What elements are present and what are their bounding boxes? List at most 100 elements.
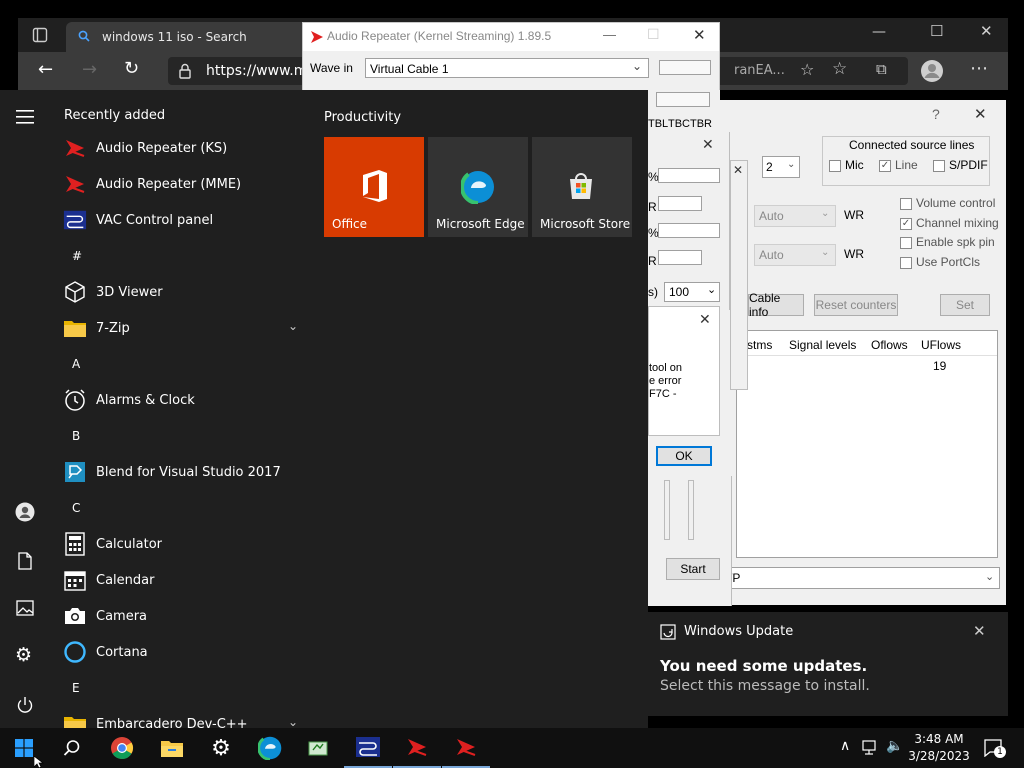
settings-taskbar-icon[interactable]: ⚙	[197, 728, 245, 768]
profile-icon[interactable]	[920, 59, 944, 83]
camera-icon	[62, 603, 88, 629]
app-taskbar-icon[interactable]	[294, 728, 342, 768]
ar-maximize-icon[interactable]: ☐	[647, 26, 660, 43]
favorites-icon[interactable]: ☆	[832, 59, 847, 79]
audio-repeater-taskbar-icon-2[interactable]	[442, 728, 490, 768]
error-close-icon[interactable]: ✕	[699, 311, 711, 328]
line-mic[interactable]: Mic	[829, 158, 864, 172]
tile-office[interactable]: Office	[324, 137, 424, 237]
more-icon[interactable]: ⋯	[970, 58, 988, 79]
app-label: 3D Viewer	[96, 284, 163, 300]
vac-close-icon[interactable]: ✕	[974, 105, 987, 123]
letter-header[interactable]: #	[72, 249, 82, 263]
letter-header[interactable]: B	[72, 429, 80, 443]
audio-repeater-right-strip: TBL TBC TBR	[648, 90, 720, 132]
opt-enable-spk-pin[interactable]: Enable spk pin	[900, 235, 995, 249]
settings-icon[interactable]: ⚙	[15, 646, 32, 665]
ar-minimize-icon[interactable]: —	[603, 27, 616, 42]
wave-in-select[interactable]: Virtual Cable 1 ⌄	[365, 58, 649, 78]
bottom-select[interactable]: /P ⌄	[722, 567, 1000, 589]
ar-close-icon[interactable]: ✕	[693, 26, 706, 44]
chevron-up-icon[interactable]: ∧	[840, 738, 850, 754]
collections-icon[interactable]: ⧉	[876, 60, 887, 78]
action-center-icon[interactable]: 1	[984, 739, 1006, 758]
list-item[interactable]: 7-Zip ⌄	[62, 312, 302, 344]
hamburger-icon[interactable]	[16, 110, 34, 124]
tile-edge[interactable]: Microsoft Edge	[428, 137, 528, 237]
documents-icon[interactable]	[18, 552, 32, 570]
pictures-icon[interactable]	[16, 600, 34, 616]
line-line[interactable]: ✓ Line	[879, 158, 918, 172]
network-icon[interactable]	[862, 740, 880, 756]
notification-app-name: Windows Update	[684, 624, 794, 639]
browser-tab[interactable]: windows 11 iso - Search ✕	[66, 22, 321, 52]
minimize-icon[interactable]: —	[872, 24, 886, 40]
close-icon[interactable]: ✕	[980, 22, 993, 40]
buffer-select[interactable]: 100 ⌄	[664, 282, 720, 302]
auto-select-2[interactable]: Auto ⌄	[754, 244, 836, 266]
vac-taskbar-icon[interactable]	[344, 728, 392, 768]
back-icon[interactable]: ←	[38, 61, 53, 79]
set-button[interactable]: Set	[940, 294, 990, 316]
edge-taskbar-icon[interactable]	[246, 728, 294, 768]
refresh-icon[interactable]: ↻	[124, 60, 139, 78]
clock-time[interactable]: 3:48 AM	[912, 732, 966, 746]
list-item[interactable]: Camera	[62, 600, 302, 632]
help-icon[interactable]: ?	[932, 106, 940, 122]
notification-close-icon[interactable]: ✕	[973, 622, 986, 640]
settings-close-icon[interactable]: ✕	[702, 136, 714, 153]
chrome-icon[interactable]	[98, 728, 146, 768]
tab-actions-icon[interactable]	[32, 27, 48, 43]
app-label: Calculator	[96, 536, 163, 552]
list-item[interactable]: Calendar	[62, 564, 302, 596]
ok-button[interactable]: OK	[656, 446, 712, 466]
store-icon	[566, 171, 596, 201]
line-spdif[interactable]: S/PDIF	[933, 158, 988, 172]
volume-icon[interactable]: 🔈	[886, 738, 903, 754]
calendar-icon	[62, 567, 88, 593]
list-item[interactable]: 3D Viewer	[62, 276, 302, 308]
cable-info-button[interactable]: Cable info	[748, 291, 804, 319]
chevron-down-icon: ⌄	[821, 208, 830, 219]
add-favorite-icon[interactable]: ☆	[800, 60, 814, 79]
search-icon	[78, 30, 90, 42]
list-item[interactable]: Cortana	[62, 636, 302, 668]
list-item[interactable]: Audio Repeater (MME)	[62, 168, 302, 200]
list-item[interactable]: VAC Control panel	[62, 204, 302, 236]
count-select[interactable]: 2 ⌄	[762, 156, 800, 178]
error-dialog: ✕ tool on e error F7C -	[648, 306, 720, 436]
partial-tab-text: ranEA...	[734, 63, 785, 78]
opt-volume-control[interactable]: Volume control	[900, 196, 995, 210]
list-item[interactable]: Alarms & Clock	[62, 384, 302, 416]
letter-header[interactable]: A	[72, 357, 80, 371]
audio-repeater-bottom: Start	[648, 476, 732, 606]
tile-store[interactable]: Microsoft Store	[532, 137, 632, 237]
hidden-dialog-edge: ✕	[730, 160, 748, 390]
user-icon[interactable]	[15, 502, 35, 522]
opt-channel-mixing[interactable]: ✓ Channel mixing	[900, 216, 999, 230]
tile-label: Microsoft Edge	[436, 217, 525, 231]
maximize-icon[interactable]: ☐	[930, 22, 943, 40]
taskbar-search-icon[interactable]	[48, 728, 96, 768]
power-icon[interactable]	[16, 696, 34, 714]
letter-header[interactable]: C	[72, 501, 80, 515]
chevron-down-icon[interactable]: ⌄	[288, 715, 298, 729]
chevron-down-icon[interactable]: ⌄	[288, 319, 298, 333]
reset-counters-button[interactable]: Reset counters	[814, 294, 898, 316]
app-label: Audio Repeater (MME)	[96, 176, 242, 192]
file-explorer-icon[interactable]	[148, 728, 196, 768]
audio-repeater-taskbar-icon[interactable]	[393, 728, 441, 768]
list-item[interactable]: Blend for Visual Studio 2017	[62, 456, 302, 488]
windows-update-notification[interactable]: Windows Update ✕ You need some updates. …	[648, 612, 1008, 716]
folder-icon	[62, 315, 88, 341]
forward-icon[interactable]: →	[82, 61, 97, 79]
start-button[interactable]: Start	[666, 558, 720, 580]
auto-select-1[interactable]: Auto ⌄	[754, 205, 836, 227]
list-item[interactable]: Calculator	[62, 528, 302, 560]
clock-date[interactable]: 3/28/2023	[908, 749, 970, 763]
list-item[interactable]: Audio Repeater (KS)	[62, 132, 302, 164]
audio-repeater-icon	[309, 29, 325, 45]
notification-count-badge: 1	[994, 746, 1006, 758]
opt-use-portcls[interactable]: Use PortCls	[900, 255, 980, 269]
letter-header[interactable]: E	[72, 681, 80, 695]
